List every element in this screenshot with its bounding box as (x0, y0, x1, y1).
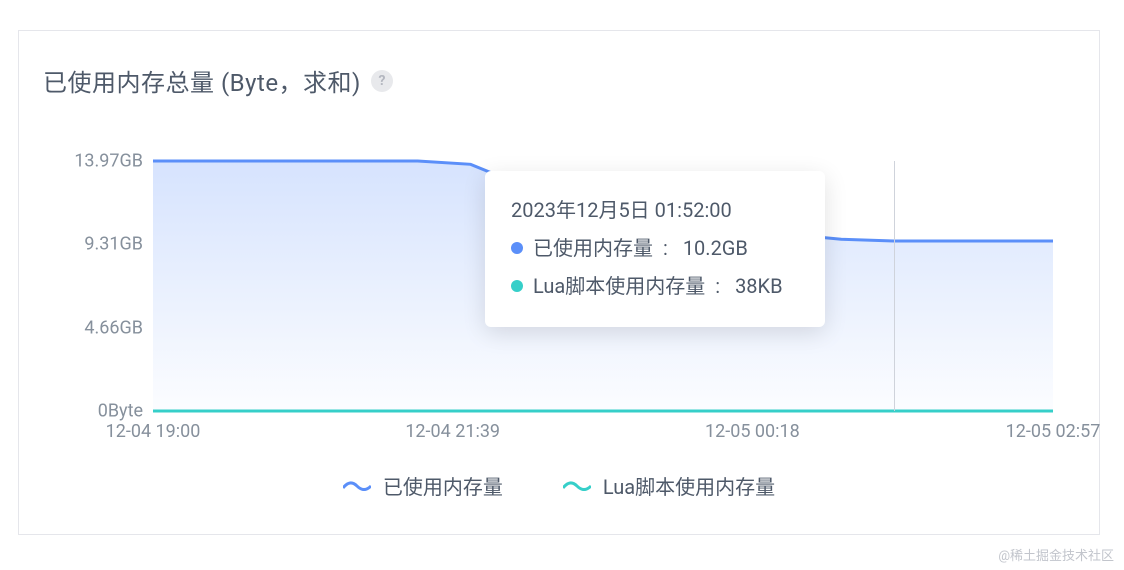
legend-swatch-blue (343, 481, 371, 491)
tooltip-series1-value: 10.2GB (683, 229, 748, 267)
hover-guideline (894, 161, 895, 411)
tooltip-series2-value: 38KB (735, 267, 783, 305)
legend-label: 已使用内存量 (383, 471, 503, 500)
legend-item-series1[interactable]: 已使用内存量 (343, 471, 503, 500)
x-tick-label: 12-05 00:18 (705, 421, 800, 442)
y-tick-label: 4.66GB (43, 317, 143, 338)
y-tick-label: 13.97GB (43, 151, 143, 172)
watermark: @稀土掘金技术社区 (998, 545, 1114, 564)
tooltip-row: 已使用内存量: 10.2GB (511, 229, 799, 267)
x-tick-label: 12-04 21:39 (405, 421, 500, 442)
chart-header: 已使用内存总量 (Byte，求和) ? (19, 31, 1099, 98)
tooltip-series2-label: Lua脚本使用内存量 (533, 267, 705, 305)
chart-card: 已使用内存总量 (Byte，求和) ? 0Byte 4.66GB 9.31GB … (18, 30, 1100, 535)
tooltip-dot-icon (511, 242, 523, 254)
y-axis: 0Byte 4.66GB 9.31GB 13.97GB (43, 161, 153, 411)
legend-swatch-green (563, 481, 591, 491)
tooltip-series1-label: 已使用内存量 (533, 229, 653, 267)
x-tick-label: 12-04 19:00 (106, 421, 201, 442)
x-tick-label: 12-05 02:57 (1006, 421, 1101, 442)
help-icon[interactable]: ? (371, 70, 393, 92)
legend-item-series2[interactable]: Lua脚本使用内存量 (563, 471, 775, 500)
legend: 已使用内存量 Lua脚本使用内存量 (43, 471, 1075, 500)
tooltip-time: 2023年12月5日 01:52:00 (511, 191, 799, 229)
y-tick-label: 9.31GB (43, 234, 143, 255)
legend-label: Lua脚本使用内存量 (603, 471, 775, 500)
y-tick-label: 0Byte (43, 401, 143, 422)
tooltip-row: Lua脚本使用内存量: 38KB (511, 267, 799, 305)
tooltip-dot-icon (511, 280, 523, 292)
chart-tooltip: 2023年12月5日 01:52:00 已使用内存量: 10.2GB Lua脚本… (485, 171, 825, 327)
chart-title: 已使用内存总量 (Byte，求和) (43, 63, 361, 98)
x-axis: 12-04 19:00 12-04 21:39 12-05 00:18 12-0… (153, 421, 1053, 451)
